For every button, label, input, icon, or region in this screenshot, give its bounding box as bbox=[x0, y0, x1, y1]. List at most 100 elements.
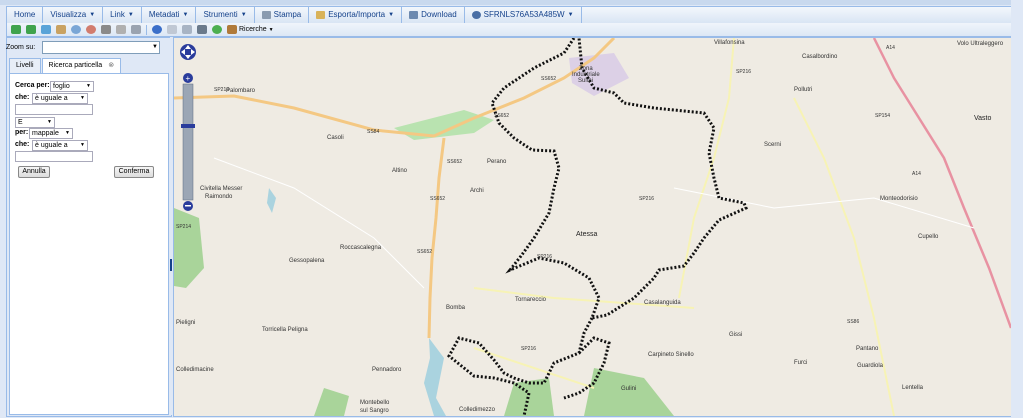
road-secondary bbox=[678, 38, 735, 299]
che1-label: che: bbox=[15, 94, 30, 101]
place-label: sul Sangro bbox=[360, 408, 389, 414]
per-value: mappale bbox=[32, 130, 59, 137]
place-label: Colledimacine bbox=[176, 367, 214, 373]
place-label: Colledimezzo bbox=[459, 407, 496, 413]
measure-area-icon[interactable] bbox=[116, 25, 126, 34]
chevron-down-icon: ▼ bbox=[86, 83, 91, 89]
road-label: SS652 bbox=[447, 159, 462, 165]
close-icon[interactable]: ⊗ bbox=[108, 59, 114, 73]
conferma-button[interactable]: Conferma bbox=[114, 166, 154, 178]
chevron-down-icon: ▼ bbox=[89, 12, 96, 18]
road-label: SP216 bbox=[537, 254, 552, 260]
lake bbox=[424, 338, 446, 416]
river bbox=[267, 188, 276, 213]
road-label: A14 bbox=[886, 45, 895, 51]
minus-icon bbox=[185, 205, 191, 207]
foglio-input[interactable] bbox=[15, 104, 93, 115]
printer-icon bbox=[261, 11, 271, 19]
place-label: Casalanguida bbox=[644, 300, 681, 306]
zoom-extent-icon[interactable] bbox=[41, 25, 51, 34]
cerca-per-label: Cerca per: bbox=[15, 82, 50, 89]
globe-icon[interactable] bbox=[212, 25, 222, 34]
ricerche-label: Ricerche bbox=[239, 26, 267, 33]
tab-livelli[interactable]: Livelli bbox=[9, 58, 41, 73]
menu-link[interactable]: Link ▼ bbox=[103, 7, 142, 23]
place-label: Perano bbox=[487, 159, 507, 165]
chevron-down-icon: ▼ bbox=[80, 95, 85, 101]
place-label: Villafonsina bbox=[714, 40, 745, 46]
menu-download[interactable]: Download bbox=[402, 7, 465, 23]
print-icon[interactable] bbox=[131, 25, 141, 34]
place-label: Furci bbox=[794, 360, 807, 366]
back-icon[interactable] bbox=[11, 25, 21, 34]
copy-icon[interactable] bbox=[182, 25, 192, 34]
cerca-per-select[interactable]: foglio ▼ bbox=[50, 81, 94, 92]
chevron-down-icon: ▼ bbox=[567, 12, 574, 18]
menu-strumenti[interactable]: Strumenti ▼ bbox=[196, 7, 255, 23]
chevron-down-icon: ▼ bbox=[240, 12, 247, 18]
measure-icon[interactable] bbox=[101, 25, 111, 34]
splitter-handle[interactable] bbox=[170, 259, 172, 271]
road-minor bbox=[213, 157, 425, 289]
place-label: Pantano bbox=[856, 346, 879, 352]
per-label: per: bbox=[15, 129, 29, 136]
car-icon[interactable] bbox=[197, 25, 207, 34]
info-icon[interactable] bbox=[152, 25, 162, 34]
place-label: Atessa bbox=[576, 231, 598, 238]
right-edge bbox=[1011, 0, 1023, 418]
zoom-in-icon[interactable] bbox=[71, 25, 81, 34]
export-icon bbox=[316, 11, 326, 19]
place-label: Scerni bbox=[764, 142, 781, 148]
place-label: Montebello bbox=[360, 400, 390, 406]
zoom-slider[interactable] bbox=[182, 83, 194, 201]
plus-icon: + bbox=[186, 74, 191, 83]
user-icon bbox=[471, 11, 481, 19]
che1-select[interactable]: è uguale a ▼ bbox=[32, 93, 88, 104]
menu-stampa[interactable]: Stampa bbox=[255, 7, 310, 23]
cerca-per-value: foglio bbox=[53, 83, 70, 90]
road-label: SP214 bbox=[176, 224, 191, 230]
chevron-down-icon: ▼ bbox=[152, 44, 158, 50]
forward-icon[interactable] bbox=[26, 25, 36, 34]
per-select[interactable]: mappale ▼ bbox=[29, 128, 73, 139]
menu-visualizza-label: Visualizza bbox=[50, 10, 87, 19]
edit-icon[interactable] bbox=[167, 25, 177, 34]
che2-select[interactable]: è uguale a ▼ bbox=[32, 140, 88, 151]
menu-home[interactable]: Home bbox=[7, 7, 44, 23]
place-label: Casoli bbox=[327, 135, 344, 141]
menu-metadati[interactable]: Metadati ▼ bbox=[142, 7, 197, 23]
place-label: Altino bbox=[392, 168, 408, 174]
place-label: Pollutri bbox=[794, 87, 812, 93]
road-label: SP154 bbox=[875, 113, 890, 119]
operator-select[interactable]: E ▼ bbox=[15, 117, 55, 128]
che2-label: che: bbox=[15, 141, 30, 148]
menu-home-label: Home bbox=[14, 10, 36, 19]
menu-visualizza[interactable]: Visualizza ▼ bbox=[43, 7, 104, 23]
place-label: Gulini bbox=[621, 386, 636, 392]
zoom-out-icon[interactable] bbox=[86, 25, 96, 34]
place-label: Monteodorisio bbox=[880, 196, 918, 202]
forest-area bbox=[584, 368, 674, 416]
menu-esporta-importa[interactable]: Esporta/Importa ▼ bbox=[309, 7, 403, 23]
place-label: Archi bbox=[470, 188, 484, 194]
menu-user[interactable]: SFRNLS76A53A485W ▼ bbox=[465, 7, 582, 23]
map-canvas: + Villafonsina Casalbordino Pollutri Sce… bbox=[174, 38, 1011, 416]
mappale-input[interactable] bbox=[15, 151, 93, 162]
place-label: Bomba bbox=[446, 305, 466, 311]
road-label: SS652 bbox=[417, 249, 432, 255]
chevron-down-icon: ▼ bbox=[47, 119, 52, 125]
road-label: SP216 bbox=[736, 69, 751, 75]
menu-user-label: SFRNLS76A53A485W bbox=[483, 10, 565, 19]
ricerche-menu[interactable]: Ricerche ▼ bbox=[227, 25, 274, 34]
chevron-down-icon: ▼ bbox=[268, 26, 274, 33]
toolbar-separator bbox=[146, 24, 147, 35]
chevron-down-icon: ▼ bbox=[127, 12, 134, 18]
map-view[interactable]: + Villafonsina Casalbordino Pollutri Sce… bbox=[173, 37, 1012, 417]
chevron-down-icon: ▼ bbox=[80, 142, 85, 148]
zoom-slider-handle[interactable] bbox=[181, 124, 195, 128]
pan-icon[interactable] bbox=[56, 25, 66, 34]
zoom-select[interactable]: ▼ bbox=[42, 41, 160, 54]
tab-ricerca-particella[interactable]: Ricerca particella ⊗ bbox=[41, 58, 122, 73]
annulla-button[interactable]: Annulla bbox=[18, 166, 50, 178]
chevron-down-icon: ▼ bbox=[388, 12, 395, 18]
